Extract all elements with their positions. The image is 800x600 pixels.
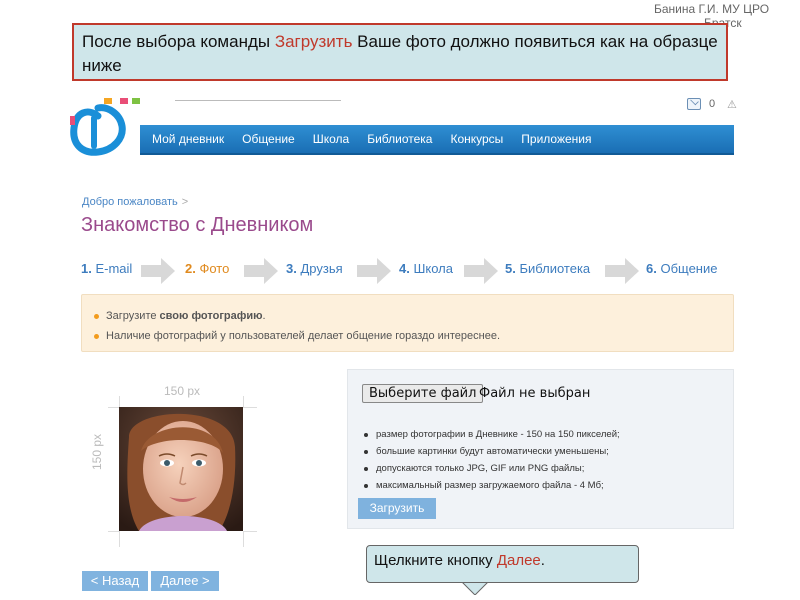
step-email[interactable]: 1. E-mail [81,261,132,276]
callout-text-before: После выбора команды [82,32,275,51]
mail-count: 0 [709,98,716,110]
main-nav: Мой дневник Общение Школа Библиотека Кон… [140,125,734,155]
step-friends[interactable]: 3. Друзья [286,261,343,276]
guide-line [243,407,257,408]
info-row-upload: Загрузите свою фотографию. [92,306,723,326]
notification-icon[interactable]: ⚠ [727,98,737,111]
breadcrumb-link[interactable]: Добро пожаловать [82,196,178,208]
dnevnik-logo[interactable] [68,98,148,158]
back-button[interactable]: < Назад [82,571,148,591]
hint-highlight: Далее [496,552,541,569]
step-communication[interactable]: 6. Общение [646,261,717,276]
file-status: Файл не выбран [479,386,591,401]
step-arrow-icon [464,258,498,284]
step-library[interactable]: 5. Библиотека [505,261,590,276]
search-field-underline[interactable] [175,100,341,101]
upload-panel: Выберите файл Файл не выбран размер фото… [347,369,734,529]
nav-item-contests[interactable]: Конкурсы [450,132,503,146]
guide-line [108,531,119,532]
step-arrow-icon [141,258,175,284]
guide-line [243,531,244,547]
step-photo[interactable]: 2. Фото [185,261,229,276]
requirement-item: допускаются только JPG, GIF или PNG файл… [362,460,620,477]
guide-line [108,407,119,408]
requirement-item: большие картинки будут автоматически уме… [362,443,620,460]
nav-item-communication[interactable]: Общение [242,132,295,146]
callout-highlight: Загрузить [274,32,353,51]
author-line1: Банина Г.И. МУ ЦРО [654,2,770,16]
info-row-benefit: Наличие фотографий у пользователей делае… [92,326,723,346]
step-school[interactable]: 4. Школа [399,261,453,276]
hint-text-after: . [540,552,545,569]
photo-height-label: 150 px [90,433,104,470]
step-arrow-icon [605,258,639,284]
upload-button[interactable]: Загрузить [358,498,436,519]
requirements-list: размер фотографии в Дневнике - 150 на 15… [362,426,620,494]
nav-item-library[interactable]: Библиотека [367,132,432,146]
nav-item-apps[interactable]: Приложения [521,132,591,146]
breadcrumb-separator: > [181,196,189,208]
guide-line [243,531,257,532]
nav-item-school[interactable]: Школа [313,132,349,146]
requirement-item: размер фотографии в Дневнике - 150 на 15… [362,426,620,443]
hint-text-before: Щелкните кнопку [374,552,497,569]
choose-file-button[interactable]: Выберите файл [362,384,484,403]
mail-icon[interactable] [687,98,701,110]
instruction-callout: После выбора команды Загрузить Ваше фото… [72,23,728,81]
page-title: Знакомство с Дневником [81,214,314,236]
photo-width-label: 150 px [163,384,201,398]
user-avatar-photo [119,407,243,531]
next-hint-callout: Щелкните кнопку Далее. [366,545,639,583]
step-arrow-icon [244,258,278,284]
nav-item-my-diary[interactable]: Мой дневник [152,132,224,146]
step-arrow-icon [357,258,391,284]
guide-line [119,531,120,547]
info-notice: Загрузите свою фотографию. Наличие фотог… [81,294,734,352]
next-button[interactable]: Далее > [151,571,219,591]
breadcrumb: Добро пожаловать > [82,196,188,208]
requirement-item: максимальный размер загружаемого файла -… [362,477,620,494]
wizard-steps: 1. E-mail 2. Фото 3. Друзья 4. Школа 5. … [81,258,741,284]
